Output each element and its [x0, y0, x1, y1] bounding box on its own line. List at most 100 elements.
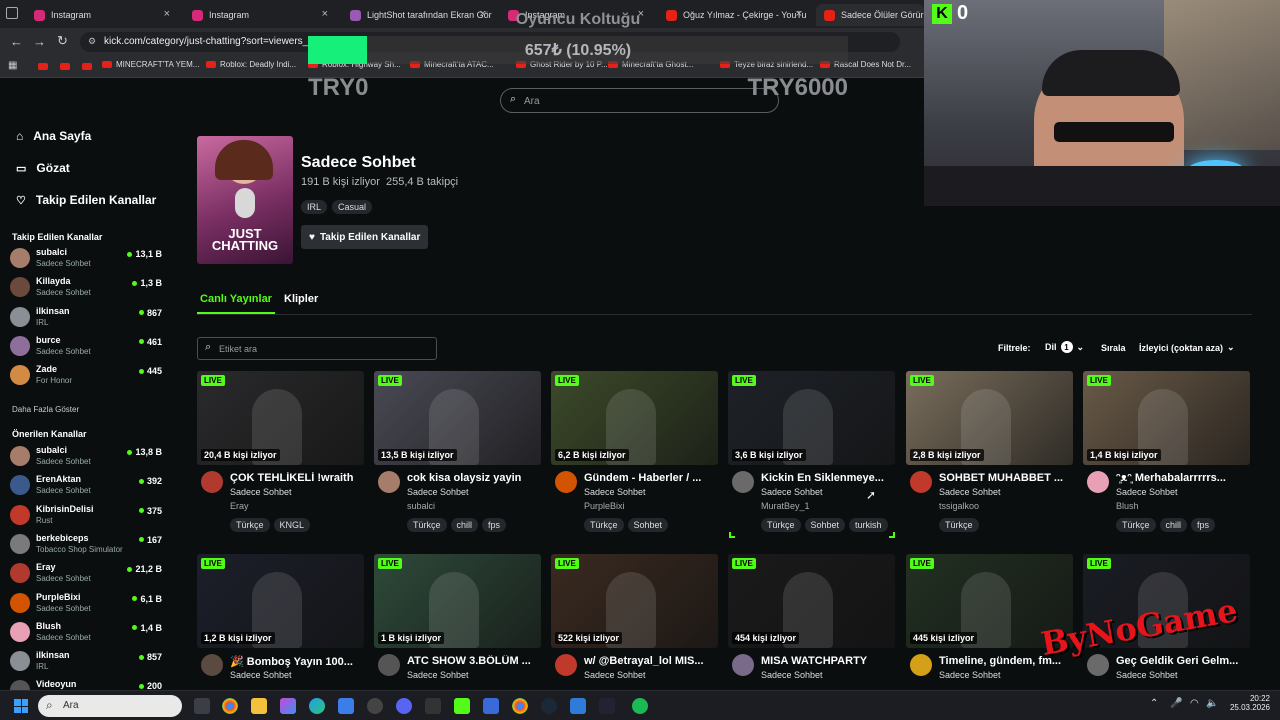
app-icon[interactable]	[570, 698, 586, 714]
edge-icon[interactable]	[309, 698, 325, 714]
stream-tag[interactable]: fps	[1191, 518, 1216, 532]
volume-icon[interactable]: 🔈	[1206, 698, 1218, 709]
tab-live-streams[interactable]: Canlı Yayınlar	[197, 293, 275, 314]
chrome-icon[interactable]	[222, 698, 238, 714]
stream-tag[interactable]: KNGL	[273, 518, 311, 532]
chrome-icon[interactable]	[512, 698, 528, 714]
stream-title[interactable]: SOHBET MUHABBET ...	[939, 472, 1071, 484]
nav-browse[interactable]: ▭ Gözat	[16, 161, 70, 175]
stream-card[interactable]: LIVE 1 B kişi izliyor ATC SHOW 3.BÖLÜM ...…	[374, 554, 541, 694]
stream-thumbnail[interactable]: LIVE 20,4 B kişi izliyor	[197, 371, 364, 465]
stream-category[interactable]: Sadece Sohbet	[407, 670, 469, 680]
stream-card[interactable]: LIVE 6,2 B kişi izliyor Gündem - Haberler …	[551, 371, 718, 541]
sidebar-channel[interactable]: ErenAktan Sadece Sohbet 392	[10, 472, 162, 500]
avatar[interactable]	[732, 471, 754, 493]
reload-icon[interactable]: ↻	[57, 33, 68, 49]
stream-tag[interactable]: Sohbet	[804, 518, 846, 532]
stream-tag[interactable]: Türkçe	[1116, 518, 1156, 532]
stream-tag[interactable]: Sohbet	[627, 518, 669, 532]
task-view-icon[interactable]	[194, 698, 210, 714]
stream-card[interactable]: LIVE 3,6 B kişi izliyor Kickin En Siklenme…	[728, 371, 895, 541]
stream-category[interactable]: Sadece Sohbet	[761, 487, 823, 497]
streamer-name[interactable]: Eray	[230, 501, 249, 511]
avatar[interactable]	[378, 471, 400, 493]
bookmark-item[interactable]: MINECRAFT'TA YEM...	[102, 60, 199, 69]
nav-home[interactable]: ⌂ Ana Sayfa	[16, 129, 91, 143]
capcut-icon[interactable]	[425, 698, 441, 714]
nav-following[interactable]: ♡ Takip Edilen Kanallar	[16, 193, 156, 207]
follow-category-button[interactable]: ♥ Takip Edilen Kanallar	[301, 225, 429, 249]
windows-start-icon[interactable]	[14, 699, 28, 713]
stream-category[interactable]: Sadece Sohbet	[407, 487, 469, 497]
stream-tag[interactable]: Türkçe	[407, 518, 447, 532]
stream-card[interactable]: LIVE 454 kişi izliyor MISA WATCHPARTY Sadec…	[728, 554, 895, 694]
stream-card[interactable]: LIVE 1,4 B kişi izliyor ᵔ͈ᴥᵔ͈ Merhabalarrr…	[1083, 371, 1250, 541]
stream-category[interactable]: Sadece Sohbet	[230, 487, 292, 497]
category-tag[interactable]: IRL	[301, 200, 328, 214]
stream-title[interactable]: ATC SHOW 3.BÖLÜM ...	[407, 655, 539, 667]
app-icon[interactable]	[483, 698, 499, 714]
avatar[interactable]	[1087, 471, 1109, 493]
stream-tag[interactable]: Türkçe	[939, 518, 979, 532]
stream-card[interactable]: LIVE 13,5 B kişi izliyor cok kisa olaysiz …	[374, 371, 541, 541]
spotify-icon[interactable]	[632, 698, 648, 714]
terminal-icon[interactable]	[599, 698, 615, 714]
avatar[interactable]	[555, 471, 577, 493]
stream-title[interactable]: MISA WATCHPARTY	[761, 655, 893, 667]
avatar[interactable]	[732, 654, 754, 676]
file-explorer-icon[interactable]	[251, 698, 267, 714]
sidebar-channel[interactable]: berkebiceps Tobacco Shop Simulator 167	[10, 531, 162, 559]
youtube-icon[interactable]	[38, 63, 48, 70]
chevron-up-icon[interactable]: ⌃	[1150, 698, 1158, 709]
stream-category[interactable]: Sadece Sohbet	[584, 670, 646, 680]
avatar[interactable]	[201, 471, 223, 493]
sidebar-channel[interactable]: burce Sadece Sohbet 461	[10, 333, 162, 361]
stream-thumbnail[interactable]: LIVE 6,2 B kişi izliyor	[551, 371, 718, 465]
copilot-icon[interactable]	[280, 698, 296, 714]
stream-tag[interactable]: Türkçe	[761, 518, 801, 532]
stream-category[interactable]: Sadece Sohbet	[584, 487, 646, 497]
avatar[interactable]	[1087, 654, 1109, 676]
forward-icon[interactable]: →	[33, 34, 46, 49]
steam-icon[interactable]	[541, 698, 557, 714]
stream-category[interactable]: Sadece Sohbet	[761, 670, 823, 680]
stream-category[interactable]: Sadece Sohbet	[939, 670, 1001, 680]
stream-title[interactable]: ᵔ͈ᴥᵔ͈ Merhabalarrrrrs...	[1116, 472, 1248, 484]
category-tag[interactable]: Casual	[332, 200, 373, 214]
avatar[interactable]	[910, 654, 932, 676]
back-icon[interactable]: ←	[10, 34, 23, 49]
stream-category[interactable]: Sadece Sohbet	[939, 487, 1001, 497]
avatar[interactable]	[201, 654, 223, 676]
kick-icon[interactable]	[454, 698, 470, 714]
stream-category[interactable]: Sadece Sohbet	[230, 670, 292, 680]
taskbar-search[interactable]: ⌕ Ara	[38, 695, 182, 717]
stream-tag[interactable]: turkish	[849, 518, 888, 532]
bookmark-item[interactable]: Roblox: Deadly Indi...	[206, 60, 296, 69]
stream-title[interactable]: cok kisa olaysiz yayin	[407, 472, 539, 484]
show-more-link[interactable]: Daha Fazla Göster	[12, 405, 79, 414]
sidebar-channel[interactable]: KibrisinDelisi Rust 375	[10, 502, 162, 530]
avatar[interactable]	[910, 471, 932, 493]
sidebar-channel[interactable]: Zade For Honor 445	[10, 362, 162, 390]
microphone-icon[interactable]: 🎤	[1170, 698, 1182, 709]
streamer-name[interactable]: tssigalkoo	[939, 501, 979, 511]
sidebar-channel[interactable]: ilkinsan IRL 857	[10, 648, 162, 676]
stream-card[interactable]: LIVE 2,8 B kişi izliyor SOHBET MUHABBET ..…	[906, 371, 1073, 541]
stream-title[interactable]: Kickin En Siklenmeye...	[761, 472, 893, 484]
stream-thumbnail[interactable]: LIVE 13,5 B kişi izliyor	[374, 371, 541, 465]
stream-title[interactable]: w/ @Betrayal_lol MIS...	[584, 655, 716, 667]
close-icon[interactable]: ×	[164, 8, 170, 20]
stream-tag[interactable]: Türkçe	[230, 518, 270, 532]
stream-title[interactable]: Gündem - Haberler / ...	[584, 472, 716, 484]
stream-tag[interactable]: chill	[450, 518, 479, 532]
stream-thumbnail[interactable]: LIVE 522 kişi izliyor	[551, 554, 718, 648]
stream-thumbnail[interactable]: LIVE 1,2 B kişi izliyor	[197, 554, 364, 648]
stream-tag[interactable]: fps	[482, 518, 507, 532]
obs-icon[interactable]	[367, 698, 383, 714]
discord-icon[interactable]	[396, 698, 412, 714]
streamer-name[interactable]: subalci	[407, 501, 435, 511]
tag-search-input[interactable]: ⌕ Etiket ara	[197, 337, 437, 360]
avatar[interactable]	[555, 654, 577, 676]
stream-card[interactable]: LIVE 1,2 B kişi izliyor 🎉 Bomboş Yayın 100…	[197, 554, 364, 694]
stream-category[interactable]: Sadece Sohbet	[1116, 670, 1178, 680]
